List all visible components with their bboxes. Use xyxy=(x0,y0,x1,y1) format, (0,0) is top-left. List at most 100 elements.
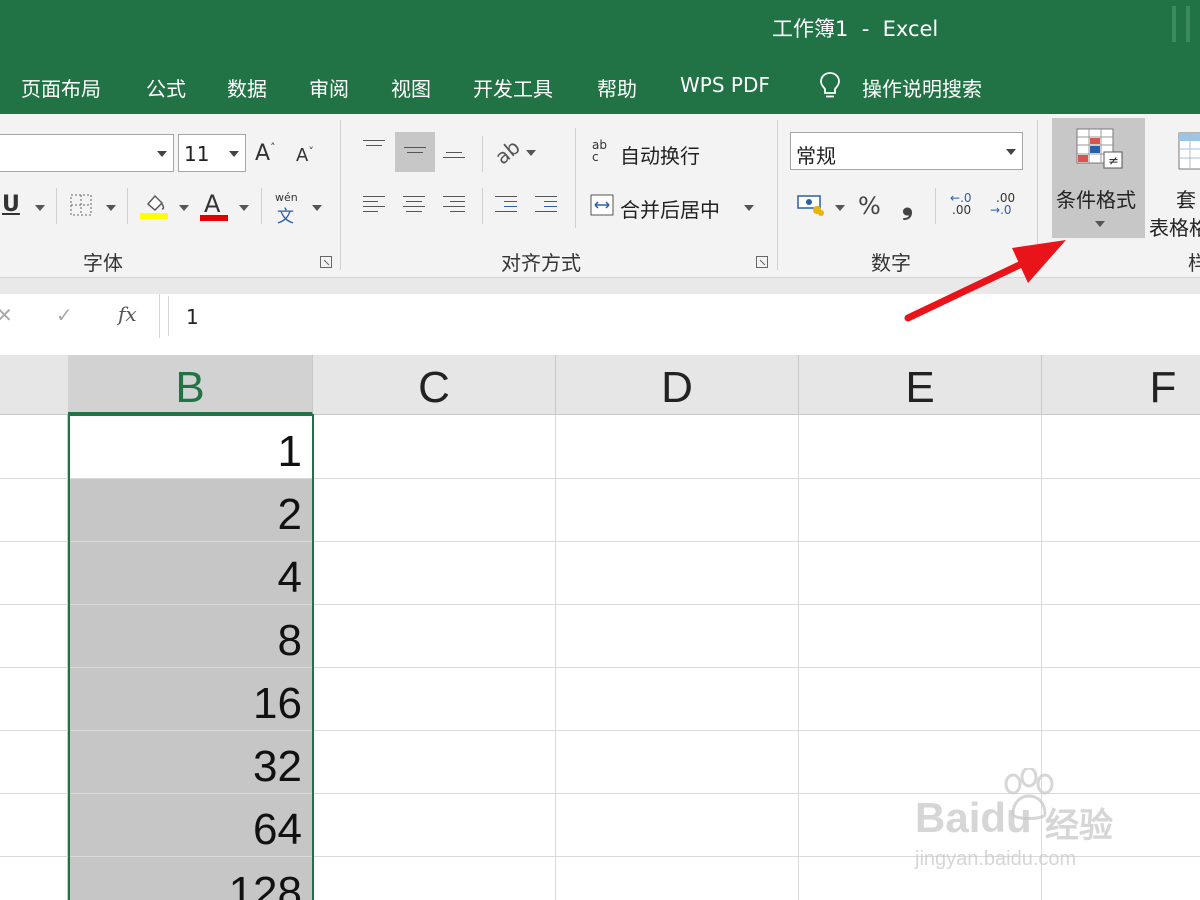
percent-button[interactable]: % xyxy=(858,192,881,220)
ribbon-tabs: 页面布局 公式 数据 审阅 视图 开发工具 帮助 WPS PDF 操作说明搜索 xyxy=(0,58,1200,114)
border-icon[interactable] xyxy=(70,194,92,216)
divider xyxy=(482,188,483,224)
column-header-b[interactable]: B xyxy=(68,355,313,415)
tab-review[interactable]: 审阅 xyxy=(309,73,349,102)
decrease-indent-icon[interactable] xyxy=(495,196,517,214)
chevron-down-icon[interactable] xyxy=(744,205,754,211)
align-left-icon[interactable] xyxy=(363,196,385,214)
tab-developer[interactable]: 开发工具 xyxy=(473,73,553,102)
currency-icon[interactable] xyxy=(797,193,825,217)
align-middle-icon xyxy=(404,147,426,165)
tab-wps-pdf[interactable]: WPS PDF xyxy=(680,73,770,97)
chevron-down-icon[interactable] xyxy=(526,150,536,156)
chevron-down-icon[interactable] xyxy=(179,205,189,211)
merge-center-button[interactable]: 合并后居中 xyxy=(620,194,720,223)
ribbon-scroll-grip-2 xyxy=(1186,6,1190,42)
number-format-value: 常规 xyxy=(796,144,836,168)
number-format-combo[interactable]: 常规 xyxy=(790,132,1023,170)
chevron-down-icon xyxy=(229,151,239,157)
title-bar: 工作簿1 - Excel xyxy=(0,0,1200,58)
increase-font-button[interactable]: A˄ xyxy=(255,141,276,166)
merge-center-icon xyxy=(590,194,614,216)
underline-button[interactable]: U xyxy=(2,192,20,217)
increase-decimal-bottom: .00 xyxy=(952,203,972,217)
svg-text:≠: ≠ xyxy=(1108,154,1119,169)
column-header-c[interactable]: C xyxy=(313,355,556,415)
formula-buttons: ✕ ✓ fx xyxy=(0,294,160,338)
divider xyxy=(575,128,576,228)
comma-button[interactable]: ❟ xyxy=(902,188,913,222)
decrease-decimal-bottom: .0 xyxy=(1000,203,1012,217)
font-size-value: 11 xyxy=(184,142,210,166)
tab-data[interactable]: 数据 xyxy=(227,73,267,102)
chevron-down-icon[interactable] xyxy=(835,205,845,211)
column-header-d[interactable]: D xyxy=(556,355,799,415)
watermark-url: jingyan.baidu.com xyxy=(915,848,1077,870)
divider xyxy=(935,188,936,224)
decrease-font-icon: A xyxy=(296,145,309,166)
divider xyxy=(127,188,128,224)
column-header-f[interactable]: F xyxy=(1042,355,1200,415)
align-center-icon[interactable] xyxy=(403,196,425,214)
divider xyxy=(482,136,483,172)
chevron-down-icon xyxy=(157,151,167,157)
window-title: 工作簿1 - Excel xyxy=(772,17,939,41)
tab-formulas[interactable]: 公式 xyxy=(146,73,186,102)
conditional-format-label: 条件格式 xyxy=(1056,188,1136,212)
font-size-combo[interactable]: 11 xyxy=(178,134,246,172)
font-name-combo[interactable] xyxy=(0,134,174,172)
formula-value: 1 xyxy=(186,305,199,329)
increase-decimal-button[interactable]: ←.0 .00 xyxy=(950,192,980,220)
column-header-e[interactable]: E xyxy=(799,355,1042,415)
align-right-icon[interactable] xyxy=(443,196,465,214)
tell-me-search[interactable]: 操作说明搜索 xyxy=(862,73,982,102)
chevron-down-icon[interactable] xyxy=(239,205,249,211)
tab-page-layout[interactable]: 页面布局 xyxy=(21,73,101,102)
wrap-text-button[interactable]: 自动换行 xyxy=(620,140,700,169)
font-color-swatch xyxy=(200,215,228,221)
tab-view[interactable]: 视图 xyxy=(391,73,431,102)
fill-color-icon[interactable] xyxy=(140,190,170,220)
chevron-down-icon[interactable] xyxy=(312,205,322,211)
font-color-button[interactable]: A xyxy=(200,190,230,222)
orientation-icon[interactable]: ab xyxy=(490,135,525,169)
increase-font-icon: A xyxy=(255,141,271,166)
baidu-watermark: Baidu 经验 jingyan.baidu.com xyxy=(915,768,1145,878)
wrap-text-icon: ab c xyxy=(592,138,607,164)
column-gridline xyxy=(555,415,556,900)
decrease-decimal-button[interactable]: .00 →.0 xyxy=(990,192,1020,220)
chevron-down-icon[interactable] xyxy=(106,205,116,211)
annotation-arrow-icon xyxy=(904,240,1066,322)
chevron-down-icon xyxy=(1006,149,1016,155)
font-group-label: 字体 xyxy=(83,251,123,275)
align-top-icon[interactable] xyxy=(363,140,385,158)
alignment-group-label: 对齐方式 xyxy=(501,251,581,275)
increase-indent-icon[interactable] xyxy=(535,196,557,214)
insert-function-icon[interactable]: fx xyxy=(118,302,137,326)
lightbulb-icon xyxy=(820,72,840,98)
group-separator xyxy=(340,120,341,270)
conditional-format-icon: ≠ xyxy=(1076,128,1123,169)
chevron-down-icon xyxy=(1095,221,1105,227)
alignment-dialog-launcher-icon[interactable] xyxy=(756,256,768,268)
row-header-column xyxy=(0,415,68,900)
chevron-down-icon[interactable] xyxy=(35,205,45,211)
divider xyxy=(56,188,57,224)
format-as-table-label-2[interactable]: 表格格 xyxy=(1149,212,1200,241)
tab-help[interactable]: 帮助 xyxy=(597,73,637,102)
excel-window: 工作簿1 - Excel 页面布局 公式 数据 审阅 视图 开发工具 帮助 WP… xyxy=(0,0,1200,900)
styles-group-label: 样 xyxy=(1188,251,1200,275)
font-dialog-launcher-icon[interactable] xyxy=(320,256,332,268)
phonetic-icon: 文 xyxy=(277,207,294,227)
format-as-table-label-1[interactable]: 套 xyxy=(1176,184,1196,213)
phonetic-button[interactable]: wén 文 xyxy=(274,191,302,227)
enter-icon[interactable]: ✓ xyxy=(56,303,73,327)
format-as-table-icon[interactable] xyxy=(1178,132,1200,172)
selection-border xyxy=(68,414,314,900)
group-separator xyxy=(777,120,778,270)
watermark-brand: Baidu xyxy=(915,794,1032,841)
decrease-font-button[interactable]: A˅ xyxy=(296,145,314,166)
cancel-icon[interactable]: ✕ xyxy=(0,303,13,327)
column-gridline xyxy=(798,415,799,900)
align-bottom-icon[interactable] xyxy=(443,152,465,170)
